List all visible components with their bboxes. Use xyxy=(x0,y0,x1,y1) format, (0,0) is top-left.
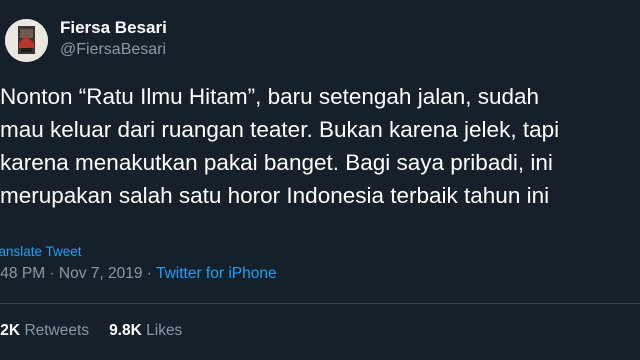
likes-label: Likes xyxy=(146,322,183,339)
tweet-text-line: Nonton “Ratu Ilmu Hitam”, baru setengah … xyxy=(0,84,540,109)
tweet-text: Nonton “Ratu Ilmu Hitam”, baru setengah … xyxy=(0,80,640,212)
tweet-text-line: karena menakutkan pakai banget. Bagi say… xyxy=(0,150,553,175)
tweet-date[interactable]: Nov 7, 2019 xyxy=(59,265,143,282)
display-name[interactable]: Fiersa Besari xyxy=(60,18,167,38)
divider xyxy=(0,303,640,304)
profile-photo-icon xyxy=(5,19,48,62)
tweet-source-link[interactable]: Twitter for iPhone xyxy=(156,265,277,282)
meta-separator: · xyxy=(45,265,59,282)
likes-count: 9.8K xyxy=(109,322,142,339)
tweet-text-line: merupakan salah satu horor Indonesia ter… xyxy=(0,183,550,208)
tweet-card: Fiersa Besari @FiersaBesari Nonton “Ratu… xyxy=(0,0,640,360)
translate-tweet-link[interactable]: ranslate Tweet xyxy=(0,244,82,259)
retweets-label: Retweets xyxy=(24,322,90,339)
user-handle[interactable]: @FiersaBesari xyxy=(60,41,166,59)
likes-stat[interactable]: 9.8K Likes xyxy=(109,322,182,339)
meta-separator: · xyxy=(142,265,156,282)
engagement-stats: .2K Retweets 9.8K Likes xyxy=(0,322,182,340)
retweets-stat[interactable]: .2K Retweets xyxy=(0,322,89,339)
tweet-metadata: :48 PM · Nov 7, 2019 · Twitter for iPhon… xyxy=(0,265,277,283)
tweet-text-line: mau keluar dari ruangan teater. Bukan ka… xyxy=(0,117,560,142)
tweet-time[interactable]: :48 PM xyxy=(0,265,45,282)
avatar[interactable] xyxy=(5,19,48,62)
retweets-count: .2K xyxy=(0,322,21,339)
